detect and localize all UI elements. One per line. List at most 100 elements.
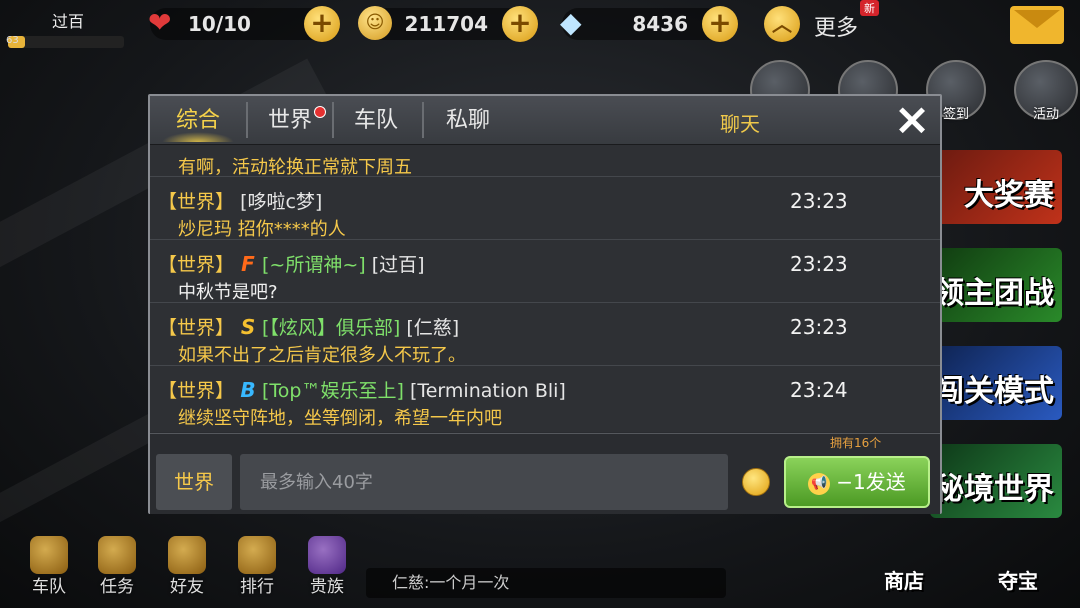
level-progress-bar (8, 36, 124, 48)
nav-label: 排行 (240, 577, 274, 597)
bottom-nav: 车队 任务 好友 排行 贵族 仁慈:一个月一次 商店 夺宝 (0, 530, 1080, 608)
chevron-up-icon: ︿ (764, 6, 800, 42)
nav-label: 贵族 (310, 577, 344, 597)
tab-general[interactable]: 综合 (156, 96, 240, 144)
nav-nobility[interactable]: 贵族 (296, 530, 358, 606)
shop-button[interactable]: 商店 (820, 530, 930, 602)
level-text: 63 (6, 35, 19, 46)
chat-message: 【世界】 S [【炫风】俱乐部] [仁慈] 23:23 如果不出了之后肯定很多人不玩… (150, 303, 940, 366)
diamond-icon: ◆ (560, 6, 582, 39)
treasure-label: 夺宝 (998, 569, 1038, 593)
events-label: 活动 (1032, 107, 1059, 122)
send-label: −1发送 (836, 470, 906, 494)
team-s-badge-icon: S (240, 315, 256, 339)
channel-select[interactable]: 世界 (156, 454, 232, 510)
message-header: 【世界】 S [【炫风】俱乐部] [仁慈] (158, 313, 459, 340)
username[interactable]: [仁慈] (406, 317, 459, 339)
shop-label: 商店 (884, 569, 924, 593)
team-b-badge-icon: B (240, 378, 256, 402)
owned-count: 拥有16个 (830, 436, 882, 450)
hearts-counter: ❤ 10/10 + (148, 6, 340, 42)
player-name[interactable]: 过百 (28, 8, 108, 32)
add-hearts-button[interactable]: + (304, 6, 340, 42)
hearts-value: 10/10 (188, 12, 251, 36)
message-header: 【世界】 B [Top™娱乐至上] [Termination Bli] (158, 376, 566, 403)
new-badge: 新 (860, 0, 879, 16)
treasure-button[interactable]: 夺宝 (944, 530, 1044, 602)
message-header: 【世界】 F [~所谓神~] [过百] (158, 250, 425, 277)
mode-label: 闯关模式 (934, 374, 1054, 409)
mode-grand-prix[interactable]: 大奖赛 (930, 150, 1062, 224)
team-f-badge-icon: F (241, 252, 255, 276)
tab-team[interactable]: 车队 (334, 96, 418, 144)
mode-lord-team-battle[interactable]: 领主团战 (930, 248, 1062, 322)
chat-message: 有啊，活动轮换正常就下周五 (150, 145, 940, 178)
add-gems-button[interactable]: + (702, 6, 738, 42)
nav-ranking[interactable]: 排行 (226, 530, 288, 606)
message-time: 23:24 (790, 378, 848, 402)
message-text: 继续坚守阵地，坐等倒闭，希望一年内吧 (178, 408, 502, 429)
mode-label: 秘境世界 (934, 472, 1054, 507)
chat-input[interactable] (240, 454, 728, 510)
heart-icon: ❤ (148, 6, 172, 39)
events-icon[interactable]: 活动 (1014, 60, 1078, 122)
ranking-icon (238, 536, 276, 574)
username[interactable]: [过百] (372, 254, 425, 276)
notification-dot (314, 106, 326, 118)
more-label: 更多 (814, 16, 859, 41)
nav-tasks[interactable]: 任务 (86, 530, 148, 606)
tab-private[interactable]: 私聊 (426, 96, 510, 144)
username[interactable]: [Termination Bli] (410, 380, 566, 402)
emoji-icon[interactable] (742, 468, 770, 496)
nav-label: 车队 (32, 577, 66, 597)
chat-header: 综合 世界 车队 私聊 聊天 × (150, 96, 940, 145)
coins-counter: ☺ 211704 + (358, 6, 538, 42)
message-text: 中秋节是吧? (178, 282, 278, 303)
username[interactable]: [哆啦c梦] (240, 191, 322, 213)
message-time: 23:23 (790, 315, 848, 339)
message-header: 【世界】 [哆啦c梦] (158, 187, 322, 214)
mode-label: 领主团战 (934, 276, 1054, 311)
message-list[interactable]: 有啊，活动轮换正常就下周五 【世界】 [哆啦c梦] 23:23 炒尼玛 招你**… (150, 145, 940, 432)
more-button[interactable]: ︿ 更多 新 (764, 0, 884, 42)
channel-tag: 【世界】 (158, 254, 235, 276)
channel-tag: 【世界】 (158, 191, 235, 213)
nav-friends[interactable]: 好友 (156, 530, 218, 606)
gems-counter: ◆ 8436 + (560, 6, 738, 42)
message-text: 炒尼玛 招你****的人 (178, 219, 346, 240)
message-time: 23:23 (790, 189, 848, 213)
tab-divider (422, 102, 424, 138)
mail-icon[interactable] (1010, 6, 1064, 44)
gems-value: 8436 (632, 12, 688, 36)
channel-tag: 【世界】 (158, 317, 235, 339)
chat-message: 【世界】 B [Top™娱乐至上] [Termination Bli] 23:24 … (150, 366, 940, 432)
tab-divider (246, 102, 248, 138)
add-coins-button[interactable]: + (502, 6, 538, 42)
top-bar: 过百 63 ❤ 10/10 + ☺ 211704 + ◆ 8436 + ︿ 更多… (0, 0, 1080, 52)
nav-team[interactable]: 车队 (18, 530, 80, 606)
close-icon[interactable]: × (892, 98, 932, 142)
team-name[interactable]: [【炫风】俱乐部] (262, 317, 400, 339)
team-name[interactable]: [Top™娱乐至上] (262, 380, 404, 402)
chat-dialog: 综合 世界 车队 私聊 聊天 × 有啊，活动轮换正常就下周五 【世界】 [哆啦c… (148, 94, 942, 514)
mode-secret-world[interactable]: 秘境世界 (930, 444, 1062, 518)
task-icon (98, 536, 136, 574)
send-button[interactable]: 📢 −1发送 (784, 456, 930, 508)
nav-label: 好友 (170, 577, 204, 597)
chat-input-row: 世界 拥有16个 📢−1发送 (150, 433, 940, 514)
coins-value: 211704 (404, 12, 489, 36)
mode-challenge[interactable]: 闯关模式 (930, 346, 1062, 420)
channel-tag: 【世界】 (158, 380, 235, 402)
megaphone-icon: 📢 (808, 472, 831, 495)
chat-title: 聊天 (720, 112, 760, 136)
flag-icon (30, 536, 68, 574)
team-name[interactable]: [~所谓神~] (262, 254, 366, 276)
message-time: 23:23 (790, 252, 848, 276)
message-text: 有啊，活动轮换正常就下周五 (178, 157, 412, 178)
tab-world[interactable]: 世界 (250, 96, 330, 144)
nav-label: 任务 (100, 577, 134, 597)
chat-message: 【世界】 F [~所谓神~] [过百] 23:23 中秋节是吧? (150, 240, 940, 303)
mode-label: 大奖赛 (964, 178, 1054, 213)
nobility-icon (308, 536, 346, 574)
marquee-text: 仁慈:一个月一次 (366, 568, 726, 598)
